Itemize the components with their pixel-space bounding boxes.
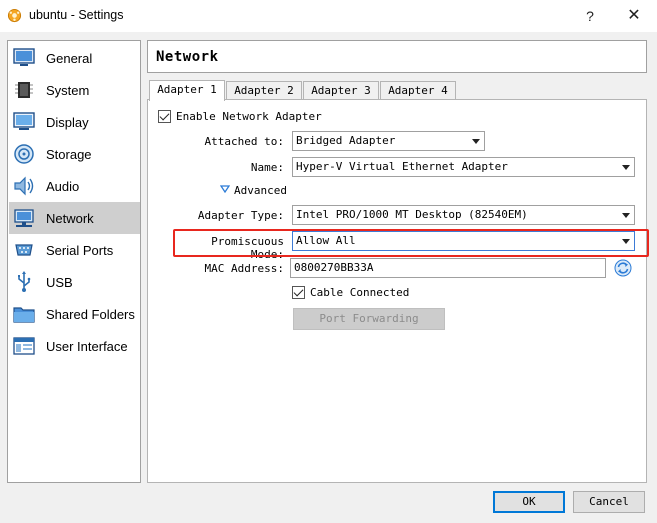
display-icon — [12, 110, 36, 134]
sidebar-item-label: Audio — [46, 178, 80, 194]
mac-address-field[interactable]: 0800270BB33A — [290, 258, 606, 278]
name-value: Hyper-V Virtual Ethernet Adapter — [296, 160, 508, 173]
sidebar-item-system[interactable]: System — [9, 74, 140, 106]
sidebar-item-user-interface[interactable]: User Interface — [9, 330, 140, 362]
port-forwarding-button[interactable]: Port Forwarding — [293, 308, 445, 330]
cancel-button[interactable]: Cancel — [573, 491, 645, 513]
virtualbox-app-icon — [7, 8, 22, 23]
enable-adapter-label: Enable Network Adapter — [176, 110, 322, 123]
sidebar-item-label: Storage — [46, 146, 92, 162]
sidebar-item-label: Display — [46, 114, 89, 130]
help-button[interactable]: ? — [583, 6, 597, 26]
usb-icon — [12, 270, 36, 294]
sidebar-item-display[interactable]: Display — [9, 106, 140, 138]
sidebar-item-shared-folders[interactable]: Shared Folders — [9, 298, 140, 330]
attached-to-value: Bridged Adapter — [296, 134, 396, 147]
general-icon — [12, 46, 36, 70]
sidebar-item-label: Shared Folders — [46, 306, 135, 322]
cable-connected-label: Cable Connected — [310, 286, 410, 299]
sidebar-item-label: Serial Ports — [46, 242, 114, 258]
shared-folders-icon — [12, 302, 36, 326]
network-icon — [12, 206, 36, 230]
adapter-type-value: Intel PRO/1000 MT Desktop (82540EM) — [296, 208, 528, 221]
serial-ports-icon — [12, 238, 36, 262]
ok-button[interactable]: OK — [493, 491, 565, 513]
page-header: Network — [147, 40, 647, 73]
tab-adapter-3[interactable]: Adapter 3 — [303, 81, 379, 101]
audio-icon — [12, 174, 36, 198]
close-button[interactable]: ✕ — [625, 6, 643, 26]
sidebar-item-label: General — [46, 50, 93, 66]
attached-to-select[interactable]: Bridged Adapter — [292, 131, 485, 151]
tab-adapter-2[interactable]: Adapter 2 — [226, 81, 302, 101]
tab-adapter-4[interactable]: Adapter 4 — [380, 81, 456, 101]
page-title: Network — [156, 49, 219, 65]
chevron-down-icon — [472, 139, 480, 144]
name-label: Name: — [250, 161, 284, 174]
expand-triangle-icon[interactable] — [220, 185, 230, 193]
adapter-type-select[interactable]: Intel PRO/1000 MT Desktop (82540EM) — [292, 205, 635, 225]
advanced-toggle[interactable]: Advanced — [234, 184, 287, 197]
system-icon — [12, 78, 36, 102]
sidebar-item-label: User Interface — [46, 338, 128, 354]
cable-connected-checkbox[interactable] — [292, 286, 305, 299]
sidebar-item-label: System — [46, 82, 90, 98]
chevron-down-icon — [622, 165, 630, 170]
user-interface-icon — [12, 334, 36, 358]
chevron-down-icon — [622, 213, 630, 218]
window-title: ubuntu - Settings — [29, 8, 124, 22]
sidebar-item-usb[interactable]: USB — [9, 266, 140, 298]
sidebar-item-storage[interactable]: Storage — [9, 138, 140, 170]
enable-adapter-checkbox[interactable] — [158, 110, 171, 123]
sidebar-item-label: USB — [46, 274, 73, 290]
title-bar: ubuntu - Settings ? ✕ — [0, 0, 657, 32]
sidebar-item-serial-ports[interactable]: Serial Ports — [9, 234, 140, 266]
name-select[interactable]: Hyper-V Virtual Ethernet Adapter — [292, 157, 635, 177]
settings-sidebar: General System Display Storage Audio Net… — [7, 40, 141, 483]
highlight-box — [173, 229, 649, 257]
storage-icon — [12, 142, 36, 166]
sidebar-item-general[interactable]: General — [9, 42, 140, 74]
sidebar-item-audio[interactable]: Audio — [9, 170, 140, 202]
sidebar-item-label: Network — [46, 210, 94, 226]
mac-address-label: MAC Address: — [204, 262, 284, 275]
sidebar-item-network[interactable]: Network — [9, 202, 140, 234]
adapter-type-label: Adapter Type: — [197, 209, 284, 222]
refresh-mac-icon[interactable] — [614, 259, 632, 277]
attached-to-label: Attached to: — [204, 135, 284, 148]
tab-adapter-1[interactable]: Adapter 1 — [149, 80, 225, 101]
